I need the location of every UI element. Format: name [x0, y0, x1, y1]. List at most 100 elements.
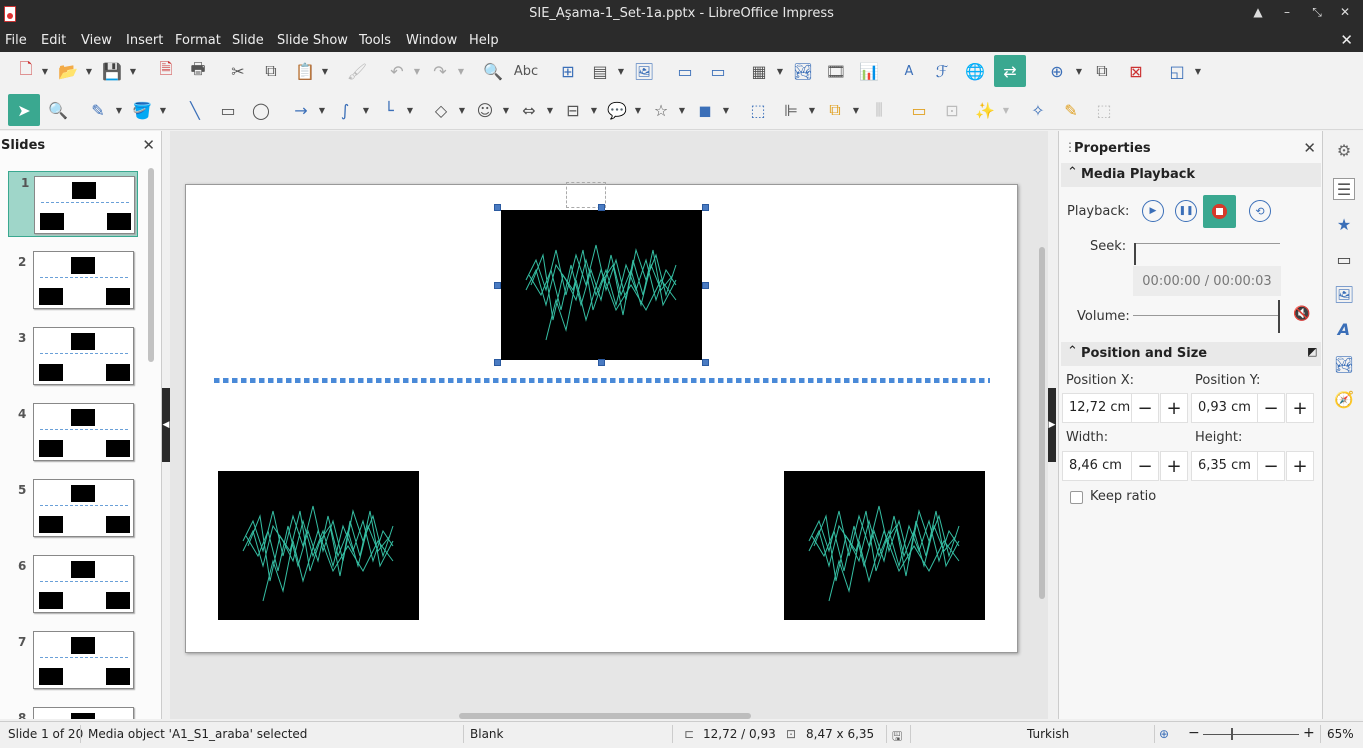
media-object-left[interactable] — [218, 471, 419, 620]
block-arrows-icon[interactable]: ⇔ — [517, 98, 541, 122]
lines-arrows-icon[interactable]: → — [289, 98, 313, 122]
table-dropdown-icon[interactable]: ▼ — [776, 59, 784, 83]
height-increment-button[interactable]: + — [1286, 451, 1314, 481]
slide-thumbnail-7[interactable]: 7 — [0, 631, 146, 701]
slide-layout-dropdown-icon[interactable]: ▼ — [1194, 59, 1202, 83]
insert-chart-icon[interactable]: 📊 — [857, 59, 881, 83]
menu-format[interactable]: Format — [175, 33, 221, 48]
seek-slider-thumb[interactable] — [1134, 243, 1136, 265]
slides-pane-close-icon[interactable]: ✕ — [142, 136, 155, 154]
volume-slider[interactable] — [1133, 315, 1278, 316]
window-shade-button[interactable]: ▲ — [1249, 5, 1267, 19]
language-status[interactable]: Turkish — [1027, 727, 1069, 741]
basic-shapes-icon[interactable]: ◇ — [429, 98, 453, 122]
select-arrow-icon[interactable]: ➤ — [8, 94, 40, 126]
resize-handle-nw[interactable] — [494, 204, 501, 211]
position-x-decrement-button[interactable]: − — [1131, 393, 1159, 423]
height-decrement-button[interactable]: − — [1257, 451, 1285, 481]
sidebar-gallery-icon[interactable]: 🏞 — [1333, 353, 1355, 375]
zoom-slider-thumb[interactable] — [1231, 728, 1233, 740]
stars-icon[interactable]: ☆ — [649, 98, 673, 122]
resize-handle-ne[interactable] — [702, 204, 709, 211]
image-icon[interactable]: 🖼 — [632, 59, 656, 83]
symbol-shapes-icon[interactable]: ☺ — [473, 98, 497, 122]
slide-layout-icon[interactable]: ◱ — [1165, 59, 1189, 83]
position-y-field[interactable]: 0,93 cm — [1191, 393, 1258, 423]
slide-thumbnail-6[interactable]: 6 — [0, 555, 146, 625]
rectangle-icon[interactable]: ▭ — [216, 98, 240, 122]
zoom-slider[interactable] — [1203, 734, 1299, 735]
shadow-icon[interactable]: ▭ — [907, 98, 931, 122]
toggle-extrusion-icon[interactable]: ⬚ — [1092, 98, 1116, 122]
curves-icon[interactable]: ∫ — [333, 98, 357, 122]
arrange-dropdown-icon[interactable]: ▼ — [852, 98, 860, 122]
insert-line-icon[interactable]: ╲ — [183, 98, 207, 122]
menu-view[interactable]: View — [81, 33, 112, 48]
duplicate-slide-icon[interactable]: ⧉ — [1090, 59, 1114, 83]
slide-thumbnail-1[interactable]: 1 — [8, 171, 138, 237]
menu-edit[interactable]: Edit — [41, 33, 66, 48]
sidebar-styles-icon[interactable]: A — [1333, 318, 1355, 340]
sidebar-slide-transition-icon[interactable]: ▭ — [1333, 248, 1355, 270]
resize-handle-e[interactable] — [702, 282, 709, 289]
more-options-icon[interactable]: ◩ — [1307, 345, 1317, 358]
menu-slide-show[interactable]: Slide Show — [277, 33, 348, 48]
curves-dropdown-icon[interactable]: ▼ — [362, 98, 370, 122]
clone-formatting-icon[interactable]: 🖌 — [345, 59, 369, 83]
line-color-dropdown-icon[interactable]: ▼ — [115, 98, 123, 122]
paste-dropdown-icon[interactable]: ▼ — [321, 59, 329, 83]
3d-objects-icon[interactable]: ◼ — [693, 98, 717, 122]
play-icon[interactable]: ▶ — [1142, 200, 1164, 222]
media-object-selected[interactable] — [501, 210, 702, 360]
width-field[interactable]: 8,46 cm — [1062, 451, 1132, 481]
sidebar-properties-icon[interactable]: ☰ — [1333, 178, 1355, 200]
position-x-field[interactable]: 12,72 cm — [1062, 393, 1132, 423]
points-icon[interactable]: ✧ — [1026, 98, 1050, 122]
insert-textbox-icon[interactable]: A — [897, 59, 921, 83]
layout-status[interactable]: Blank — [470, 727, 503, 741]
paste-icon[interactable]: 📋 — [293, 59, 317, 83]
print-icon[interactable]: 🖶 — [186, 59, 210, 83]
start-from-current-slide-icon[interactable]: ▭ — [706, 59, 730, 83]
flowchart-icon[interactable]: ⊟ — [561, 98, 585, 122]
ellipse-icon[interactable]: ◯ — [249, 98, 273, 122]
line-color-icon[interactable]: ✎ — [86, 98, 110, 122]
save-icon[interactable]: 💾 — [100, 59, 124, 83]
position-size-section-header[interactable]: ⌃ Position and Size ◩ — [1061, 342, 1321, 366]
fit-slide-icon[interactable]: ⊕ — [1159, 727, 1169, 741]
open-dropdown-icon[interactable]: ▼ — [85, 59, 93, 83]
fontwork-icon[interactable]: ℱ — [930, 59, 954, 83]
resize-handle-sw[interactable] — [494, 359, 501, 366]
seek-slider[interactable] — [1136, 243, 1280, 244]
insert-media-icon[interactable]: 🎞 — [824, 59, 848, 83]
window-close-button[interactable]: ✕ — [1336, 5, 1354, 19]
menu-help[interactable]: Help — [469, 33, 499, 48]
open-folder-icon[interactable]: 📂 — [56, 59, 80, 83]
cut-icon[interactable]: ✂ — [226, 59, 250, 83]
collapse-sidebar-icon[interactable]: ▶ — [1048, 388, 1056, 462]
fill-color-icon[interactable]: 🪣 — [130, 98, 154, 122]
display-views-icon[interactable]: ▤ — [588, 59, 612, 83]
symbol-shapes-dropdown-icon[interactable]: ▼ — [502, 98, 510, 122]
start-from-first-slide-icon[interactable]: ▭ — [673, 59, 697, 83]
table-icon[interactable]: ▦ — [747, 59, 771, 83]
zoom-in-icon[interactable]: + — [1303, 725, 1315, 741]
grid-icon[interactable]: ⊞ — [556, 59, 580, 83]
position-y-decrement-button[interactable]: − — [1257, 393, 1285, 423]
workspace-vertical-scrollbar[interactable] — [1039, 247, 1045, 599]
new-document-icon[interactable]: 🗋 — [14, 59, 38, 83]
position-x-increment-button[interactable]: + — [1160, 393, 1188, 423]
connectors-dropdown-icon[interactable]: ▼ — [406, 98, 414, 122]
export-pdf-icon[interactable]: 🗎 — [154, 59, 178, 83]
sidebar-animation-icon[interactable]: ★ — [1333, 213, 1355, 235]
pause-icon[interactable]: ❚❚ — [1175, 200, 1197, 222]
interaction-icon[interactable]: ⇄ — [994, 55, 1026, 87]
close-document-icon[interactable]: ✕ — [1340, 31, 1353, 49]
workspace-horizontal-scrollbar[interactable] — [459, 713, 751, 719]
find-replace-icon[interactable]: 🔍 — [481, 59, 505, 83]
zoom-out-icon[interactable]: − — [1188, 725, 1200, 741]
resize-handle-n[interactable] — [598, 204, 605, 211]
sidebar-master-slides-icon[interactable]: 🖼 — [1333, 283, 1355, 305]
redo-icon[interactable]: ↷ — [428, 59, 452, 83]
views-dropdown-icon[interactable]: ▼ — [617, 59, 625, 83]
